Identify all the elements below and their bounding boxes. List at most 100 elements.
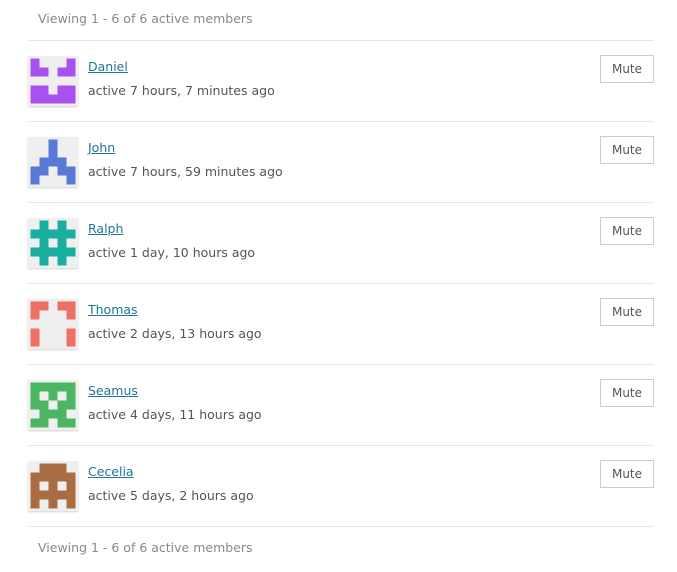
identicon-cell	[48, 382, 58, 392]
identicon-cell	[66, 67, 76, 77]
mute-button[interactable]: Mute	[600, 217, 654, 245]
identicon-cell	[57, 67, 67, 77]
mute-button[interactable]: Mute	[600, 55, 654, 83]
mute-button[interactable]: Mute	[600, 460, 654, 488]
identicon-cell	[57, 400, 67, 410]
mute-button[interactable]: Mute	[600, 379, 654, 407]
identicon-cell	[57, 85, 67, 95]
identicon-cell	[66, 175, 76, 185]
identicon-cell	[39, 220, 49, 230]
identicon-cell	[30, 85, 40, 95]
identicon-cell	[57, 409, 67, 419]
identicon-cell	[57, 220, 67, 230]
identicon-cell	[66, 400, 76, 410]
pagination-count-top: Viewing 1 - 6 of 6 active members	[38, 11, 253, 26]
members-list: Daniel active 7 hours, 7 minutes ago Mut…	[28, 40, 654, 527]
identicon-cell	[39, 463, 49, 473]
avatar[interactable]	[28, 56, 78, 106]
identicon-cell	[30, 490, 40, 500]
identicon-cell	[39, 418, 49, 428]
identicon-cell	[39, 238, 49, 248]
identicon-cell	[57, 166, 67, 176]
identicon-cell	[57, 490, 67, 500]
member-activity: active 1 day, 10 hours ago	[88, 245, 256, 260]
identicon-cell	[66, 337, 76, 347]
identicon-cell	[39, 67, 49, 77]
identicon-cell	[48, 148, 58, 158]
member-activity: active 4 days, 11 hours ago	[88, 407, 262, 422]
pagination-count-bottom: Viewing 1 - 6 of 6 active members	[38, 540, 253, 555]
identicon-cell	[57, 157, 67, 167]
identicon-cell	[57, 247, 67, 257]
member-name-link[interactable]: John	[88, 139, 115, 157]
identicon-cell	[39, 472, 49, 482]
identicon-cell	[48, 139, 58, 149]
member-activity: active 7 hours, 59 minutes ago	[88, 164, 283, 179]
identicon-thomas-icon	[30, 301, 76, 347]
identicon-cell	[30, 418, 40, 428]
mute-button[interactable]: Mute	[600, 136, 654, 164]
identicon-cell	[66, 229, 76, 239]
identicon-cell	[48, 481, 58, 491]
identicon-cell	[39, 166, 49, 176]
avatar[interactable]	[28, 137, 78, 187]
member-name-link[interactable]: Daniel	[88, 58, 128, 76]
identicon-cell	[57, 238, 67, 248]
identicon-cell	[48, 409, 58, 419]
identicon-daniel-icon	[30, 58, 76, 104]
avatar[interactable]	[28, 218, 78, 268]
identicon-cell	[39, 301, 49, 311]
identicon-cell	[30, 58, 40, 68]
identicon-cell	[66, 310, 76, 320]
identicon-cecelia-icon	[30, 463, 76, 509]
identicon-cell	[30, 391, 40, 401]
member-activity: active 2 days, 13 hours ago	[88, 326, 262, 341]
identicon-cell	[30, 310, 40, 320]
identicon-cell	[39, 490, 49, 500]
identicon-cell	[66, 58, 76, 68]
identicon-cell	[57, 229, 67, 239]
avatar[interactable]	[28, 461, 78, 511]
identicon-cell	[39, 94, 49, 104]
identicon-cell	[30, 175, 40, 185]
member-name-link[interactable]: Ralph	[88, 220, 123, 238]
identicon-cell	[66, 94, 76, 104]
avatar[interactable]	[28, 299, 78, 349]
member-name-link[interactable]: Thomas	[88, 301, 138, 319]
identicon-cell	[39, 157, 49, 167]
member-activity: active 5 days, 2 hours ago	[88, 488, 254, 503]
identicon-cell	[66, 481, 76, 491]
identicon-cell	[30, 301, 40, 311]
member-name-link[interactable]: Seamus	[88, 382, 138, 400]
identicon-cell	[66, 418, 76, 428]
identicon-john-icon	[30, 139, 76, 185]
identicon-cell	[30, 247, 40, 257]
identicon-cell	[30, 472, 40, 482]
identicon-cell	[39, 229, 49, 239]
identicon-cell	[57, 256, 67, 266]
identicon-cell	[66, 499, 76, 509]
identicon-cell	[48, 157, 58, 167]
identicon-cell	[30, 94, 40, 104]
identicon-cell	[66, 472, 76, 482]
member-name-link[interactable]: Cecelia	[88, 463, 134, 481]
identicon-cell	[66, 247, 76, 257]
mute-button[interactable]: Mute	[600, 298, 654, 326]
identicon-cell	[57, 472, 67, 482]
identicon-cell	[66, 382, 76, 392]
identicon-cell	[66, 301, 76, 311]
identicon-cell	[39, 247, 49, 257]
identicon-cell	[30, 337, 40, 347]
identicon-cell	[30, 166, 40, 176]
identicon-cell	[39, 382, 49, 392]
identicon-cell	[30, 382, 40, 392]
identicon-cell	[48, 229, 58, 239]
member-row: Cecelia active 5 days, 2 hours ago Mute	[28, 446, 654, 527]
identicon-cell	[30, 481, 40, 491]
avatar[interactable]	[28, 380, 78, 430]
member-row: John active 7 hours, 59 minutes ago Mute	[28, 122, 654, 203]
identicon-cell	[30, 328, 40, 338]
identicon-cell	[57, 94, 67, 104]
identicon-cell	[57, 463, 67, 473]
identicon-cell	[66, 391, 76, 401]
